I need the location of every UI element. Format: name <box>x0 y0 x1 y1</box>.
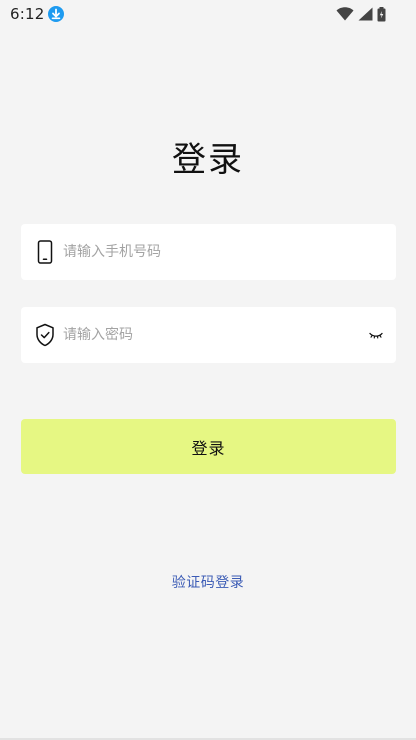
password-input[interactable] <box>63 307 363 363</box>
status-icons <box>336 6 386 22</box>
status-bar: 6:12 <box>0 0 416 28</box>
eye-closed-icon[interactable] <box>368 327 384 343</box>
page-title: 登录 <box>172 140 244 180</box>
phone-input[interactable] <box>63 224 363 280</box>
phone-icon <box>35 240 55 264</box>
wifi-icon <box>336 7 354 21</box>
battery-icon <box>377 6 386 22</box>
shield-icon <box>35 323 55 347</box>
download-icon <box>48 6 64 22</box>
login-button[interactable]: 登录 <box>21 419 396 474</box>
signal-icon <box>358 7 373 21</box>
phone-field[interactable] <box>21 224 396 280</box>
sms-login-link[interactable]: 验证码登录 <box>0 572 416 592</box>
status-time: 6:12 <box>10 5 45 23</box>
password-field[interactable] <box>21 307 396 363</box>
